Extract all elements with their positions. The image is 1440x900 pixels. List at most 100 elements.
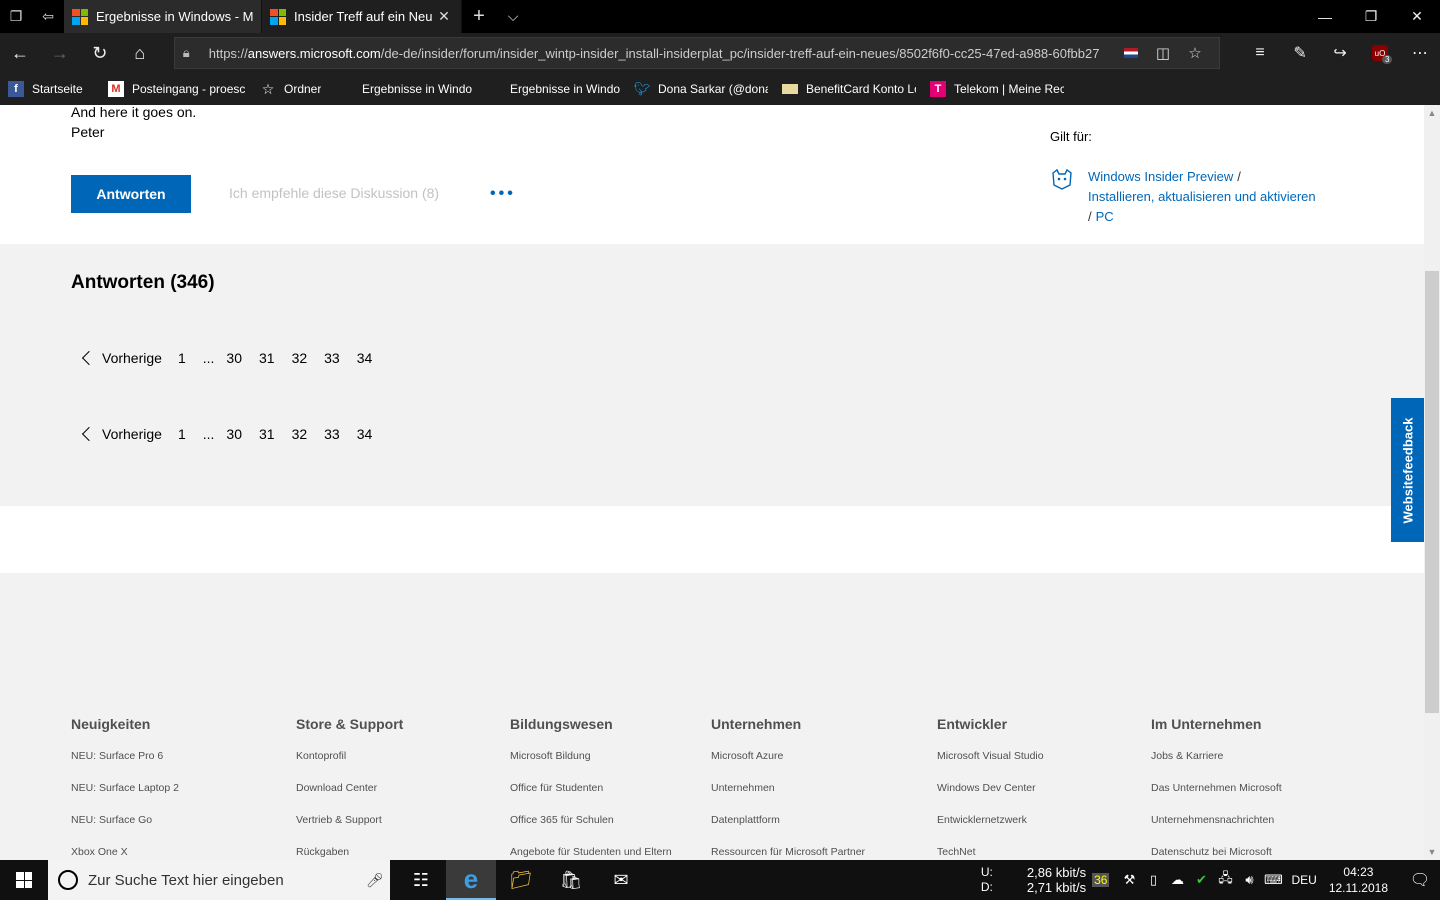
home-icon[interactable]: ⌂ bbox=[120, 33, 160, 73]
chevron-down-icon[interactable]: ⌵ bbox=[496, 0, 530, 33]
favorite-startseite[interactable]: f Startseite bbox=[8, 81, 94, 97]
address-bar[interactable]: 🔒︎ https://answers.microsoft.com/de-de/i… bbox=[173, 37, 1221, 69]
tab-ergebnisse[interactable]: Ergebnisse in Windows - Mi bbox=[64, 0, 262, 33]
footer-link[interactable]: Kontoprofil bbox=[296, 746, 403, 778]
footer-link[interactable]: Rückgaben bbox=[296, 842, 403, 860]
share-icon[interactable]: ↪ bbox=[1320, 33, 1360, 73]
favorite-telekom[interactable]: T Telekom | Meine Rech bbox=[930, 81, 1064, 97]
page-link-32[interactable]: 32 bbox=[292, 426, 308, 442]
scrollbar-thumb[interactable] bbox=[1425, 271, 1439, 713]
netherlands-flag-icon[interactable] bbox=[1115, 45, 1147, 62]
favorite-ordner[interactable]: ☆ Ordner bbox=[260, 81, 324, 97]
close-window-icon[interactable]: ✕ bbox=[1394, 0, 1440, 33]
url-text[interactable]: https://answers.microsoft.com/de-de/insi… bbox=[209, 46, 1115, 61]
footer-link[interactable]: Xbox One X bbox=[71, 842, 179, 860]
footer-link[interactable]: TechNet bbox=[937, 842, 1044, 860]
mail-icon[interactable]: ✉ bbox=[596, 860, 646, 900]
refresh-icon[interactable]: ↻ bbox=[80, 33, 120, 73]
more-options-icon[interactable]: ••• bbox=[490, 185, 516, 203]
keyboard-icon[interactable]: ⌨ bbox=[1261, 872, 1285, 888]
file-explorer-icon[interactable]: 📁︎ bbox=[496, 860, 546, 900]
footer-link[interactable]: Windows Dev Center bbox=[937, 778, 1044, 810]
page-link-33[interactable]: 33 bbox=[324, 350, 340, 366]
footer-link[interactable]: Das Unternehmen Microsoft bbox=[1151, 778, 1282, 810]
favorites-hub-icon[interactable]: ≡ bbox=[1240, 33, 1280, 73]
edge-browser-icon[interactable]: e bbox=[446, 860, 496, 900]
favorite-ergebnisse-2[interactable]: Ergebnisse in Windov bbox=[486, 81, 620, 97]
footer-link[interactable]: Download Center bbox=[296, 778, 403, 810]
forward-icon[interactable]: → bbox=[40, 33, 80, 73]
footer-link[interactable]: Ressourcen für Microsoft Partner bbox=[711, 842, 865, 860]
page-scrollbar[interactable]: ▲ ▼ bbox=[1424, 105, 1440, 860]
start-button[interactable] bbox=[0, 860, 48, 900]
pen-icon[interactable]: ✎ bbox=[1280, 33, 1320, 73]
previous-page-button[interactable]: Vorherige bbox=[80, 350, 162, 366]
reply-button[interactable]: Antworten bbox=[71, 175, 191, 213]
security-shield-icon[interactable]: ✔ bbox=[1189, 872, 1213, 888]
restore-icon[interactable]: ❐ bbox=[1348, 0, 1394, 33]
more-menu-icon[interactable]: ⋯ bbox=[1400, 33, 1440, 73]
page-link-31[interactable]: 31 bbox=[259, 426, 275, 442]
page-link-30[interactable]: 30 bbox=[226, 350, 242, 366]
footer-link[interactable]: Unternehmen bbox=[711, 778, 865, 810]
footer-link[interactable]: Office für Studenten bbox=[510, 778, 672, 810]
page-link-30[interactable]: 30 bbox=[226, 426, 242, 442]
favorite-benefitcard[interactable]: BenefitCard Konto Lo bbox=[782, 82, 916, 96]
onedrive-cloud-icon[interactable]: ☁ bbox=[1165, 872, 1189, 888]
recommend-discussion-link[interactable]: Ich empfehle diese Diskussion (8) bbox=[229, 185, 439, 201]
temperature-badge[interactable]: 36 bbox=[1092, 873, 1110, 887]
page-link-31[interactable]: 31 bbox=[259, 350, 275, 366]
minimize-icon[interactable]: — bbox=[1302, 0, 1348, 33]
action-center-icon[interactable]: 🗨︎ bbox=[1400, 870, 1440, 890]
footer-link[interactable]: Angebote für Studenten und Eltern bbox=[510, 842, 672, 860]
page-link-1[interactable]: 1 bbox=[178, 350, 186, 366]
tab-overview-icon[interactable]: ❐ bbox=[0, 0, 32, 33]
favorite-dona-sarkar[interactable]: 🐦︎ Dona Sarkar (@dona: bbox=[634, 81, 768, 97]
store-icon[interactable]: 🛍︎ bbox=[546, 860, 596, 900]
favorite-ergebnisse-1[interactable]: Ergebnisse in Windov bbox=[338, 81, 472, 97]
volume-icon[interactable]: 🔊︎ bbox=[1237, 872, 1261, 888]
footer-link[interactable]: NEU: Surface Pro 6 bbox=[71, 746, 179, 778]
task-view-icon[interactable]: ☷ bbox=[396, 860, 446, 900]
microphone-icon[interactable]: 🎤︎ bbox=[366, 872, 384, 889]
page-link-33[interactable]: 33 bbox=[324, 426, 340, 442]
footer-link[interactable]: Vertrieb & Support bbox=[296, 810, 403, 842]
favorite-posteingang[interactable]: M Posteingang - proesc bbox=[108, 81, 246, 97]
new-tab-icon[interactable]: + bbox=[462, 0, 496, 33]
taskbar-search-box[interactable]: Zur Suche Text hier eingeben 🎤︎ bbox=[48, 860, 390, 900]
page-link-1[interactable]: 1 bbox=[178, 426, 186, 442]
windows-insider-preview-link[interactable]: Windows Insider Preview bbox=[1088, 169, 1233, 184]
ublock-icon[interactable]: uO 3 bbox=[1360, 33, 1400, 73]
page-link-34[interactable]: 34 bbox=[357, 426, 373, 442]
close-tab-icon[interactable]: ✕ bbox=[435, 8, 453, 25]
network-icon[interactable]: 🖧︎ bbox=[1213, 869, 1237, 891]
input-language[interactable]: DEU bbox=[1291, 873, 1316, 887]
back-icon[interactable]: ← bbox=[0, 33, 40, 73]
footer-link[interactable]: Datenplattform bbox=[711, 810, 865, 842]
footer-link[interactable]: Jobs & Karriere bbox=[1151, 746, 1282, 778]
scroll-up-icon[interactable]: ▲ bbox=[1424, 105, 1440, 121]
footer-link[interactable]: Entwicklernetzwerk bbox=[937, 810, 1044, 842]
footer-link[interactable]: Microsoft Azure bbox=[711, 746, 865, 778]
footer-link[interactable]: Unternehmensnachrichten bbox=[1151, 810, 1282, 842]
scroll-down-icon[interactable]: ▼ bbox=[1424, 844, 1440, 860]
tab-insider-treff[interactable]: Insider Treff auf ein Neu ✕ bbox=[262, 0, 462, 33]
reading-view-icon[interactable]: ◫ bbox=[1147, 44, 1179, 62]
footer-link[interactable]: NEU: Surface Laptop 2 bbox=[71, 778, 179, 810]
footer-link[interactable]: Datenschutz bei Microsoft bbox=[1151, 842, 1282, 860]
previous-page-button[interactable]: Vorherige bbox=[80, 426, 162, 442]
favorite-star-icon[interactable]: ☆ bbox=[1179, 44, 1211, 62]
footer-link[interactable]: Microsoft Bildung bbox=[510, 746, 672, 778]
footer-link[interactable]: Microsoft Visual Studio bbox=[937, 746, 1044, 778]
usb-icon[interactable]: ▯ bbox=[1141, 872, 1165, 888]
tool-tray-icon[interactable]: ⚒ bbox=[1117, 872, 1141, 888]
footer-link[interactable]: NEU: Surface Go bbox=[71, 810, 179, 842]
page-link-32[interactable]: 32 bbox=[292, 350, 308, 366]
taskbar-clock[interactable]: 04:23 12.11.2018 bbox=[1329, 864, 1388, 896]
page-link-34[interactable]: 34 bbox=[357, 350, 373, 366]
footer-link[interactable]: Office 365 für Schulen bbox=[510, 810, 672, 842]
pc-link[interactable]: PC bbox=[1096, 209, 1114, 224]
website-feedback-button[interactable]: Websitefeedback bbox=[1391, 398, 1424, 542]
set-aside-tabs-icon[interactable]: ⇦ bbox=[32, 0, 64, 33]
install-update-activate-link[interactable]: Installieren, aktualisieren und aktivier… bbox=[1088, 189, 1316, 204]
